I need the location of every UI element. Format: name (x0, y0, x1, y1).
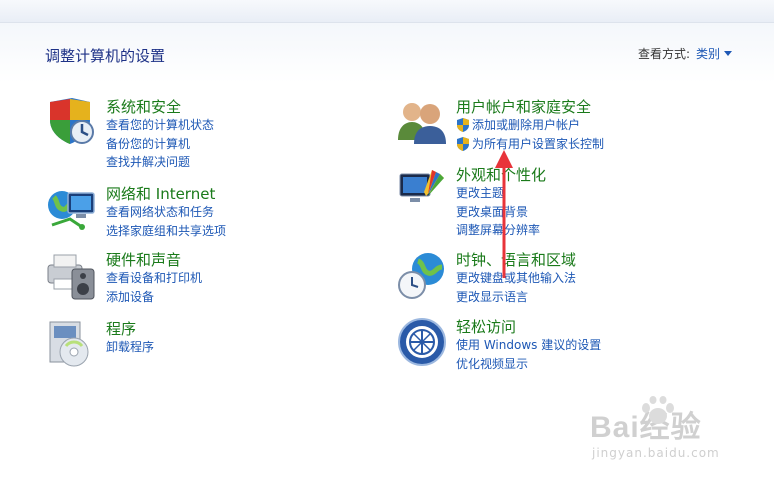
view-by-dropdown[interactable]: 类别 (696, 45, 732, 62)
chevron-down-icon (724, 51, 732, 56)
category-title[interactable]: 网络和 Internet (106, 183, 215, 204)
link-add-device[interactable]: 添加设备 (106, 288, 202, 307)
link-uninstall[interactable]: 卸载程序 (106, 338, 154, 357)
link-label: 添加或删除用户帐户 (472, 118, 581, 132)
window-top-bar (0, 0, 774, 23)
category-title[interactable]: 用户帐户和家庭安全 (456, 96, 591, 117)
category-title[interactable]: 系统和安全 (106, 96, 181, 117)
globe-network-icon (48, 191, 95, 230)
view-by: 查看方式: 类别 (638, 45, 732, 62)
link-view-status[interactable]: 查看您的计算机状态 (106, 116, 214, 135)
link-add-remove-accounts[interactable]: 添加或删除用户帐户 (456, 116, 604, 135)
link-network-status[interactable]: 查看网络状态和任务 (106, 203, 226, 222)
page-title: 调整计算机的设置 (45, 47, 166, 65)
link-keyboard-input[interactable]: 更改键盘或其他输入法 (456, 269, 576, 288)
users-icon (398, 103, 446, 144)
link-troubleshoot[interactable]: 查找并解决问题 (106, 153, 214, 172)
baidu-paw-icon (642, 396, 674, 424)
category-title[interactable]: 时钟、语言和区域 (456, 249, 576, 270)
shield-computer-icon (50, 98, 94, 144)
link-label: 为所有用户设置家长控制 (472, 136, 605, 151)
clock-globe-icon (398, 253, 444, 299)
link-optimize-video[interactable]: 优化视频显示 (456, 355, 601, 374)
uac-shield-icon (457, 136, 469, 151)
ease-of-access-icon (398, 318, 446, 366)
uac-shield-icon (457, 118, 469, 133)
monitor-palette-icon (399, 170, 444, 202)
printer-speaker-icon (47, 254, 95, 300)
category-title[interactable]: 轻松访问 (456, 316, 516, 337)
link-parental-controls[interactable]: 为所有用户设置家长控制 (456, 135, 604, 154)
watermark-url: jingyan.baidu.com (592, 446, 720, 460)
link-homegroup[interactable]: 选择家庭组和共享选项 (106, 222, 226, 241)
link-display-language[interactable]: 更改显示语言 (456, 288, 576, 307)
link-devices-printers[interactable]: 查看设备和打印机 (106, 269, 202, 288)
baidu-watermark: Bai经验 jingyan.baidu.com (590, 396, 720, 460)
annotation-arrow-icon (495, 150, 513, 278)
category-title[interactable]: 程序 (106, 318, 136, 339)
link-windows-recommended[interactable]: 使用 Windows 建议的设置 (456, 336, 601, 355)
link-backup[interactable]: 备份您的计算机 (106, 135, 214, 154)
category-title[interactable]: 硬件和声音 (106, 249, 181, 270)
view-by-value: 类别 (695, 47, 720, 61)
programs-disc-icon (49, 321, 89, 367)
view-by-label: 查看方式: (637, 47, 690, 61)
